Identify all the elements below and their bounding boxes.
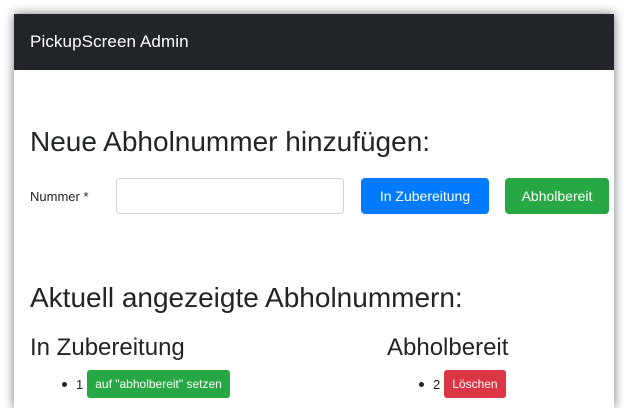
add-ready-button[interactable]: Abholbereit (505, 178, 609, 214)
navbar-brand[interactable]: PickupScreen Admin (30, 32, 189, 52)
delete-button[interactable]: Löschen (444, 370, 506, 398)
number-input[interactable] (116, 178, 344, 214)
list-item: 2 Löschen (419, 370, 508, 398)
current-section-title: Aktuell angezeigte Abholnummern: (30, 282, 463, 313)
add-preparing-button[interactable]: In Zubereitung (361, 178, 489, 214)
preparing-list: 1 auf "abholbereit" setzen (30, 370, 230, 398)
add-section-title: Neue Abholnummer hinzufügen: (30, 126, 431, 157)
pickup-number: 1 (76, 376, 84, 392)
screenshot-frame: PickupScreen Admin Neue Abholnummer hinz… (0, 0, 624, 408)
set-ready-button[interactable]: auf "abholbereit" setzen (87, 370, 230, 398)
bullet-icon (419, 381, 424, 387)
preparing-heading: In Zubereitung (30, 334, 185, 361)
pickup-number: 2 (433, 376, 441, 392)
number-field-label: Nummer * (30, 188, 89, 204)
add-number-form: Nummer * In Zubereitung Abholbereit (30, 178, 609, 214)
ready-column: Abholbereit 2 Löschen (387, 336, 508, 398)
list-item: 1 auf "abholbereit" setzen (62, 370, 230, 398)
ready-heading: Abholbereit (387, 334, 509, 361)
preparing-column: In Zubereitung 1 auf "abholbereit" setze… (30, 336, 230, 398)
ready-list: 2 Löschen (387, 370, 508, 398)
navbar: PickupScreen Admin (14, 14, 614, 70)
app-window: PickupScreen Admin Neue Abholnummer hinz… (14, 14, 614, 408)
bullet-icon (62, 381, 67, 387)
